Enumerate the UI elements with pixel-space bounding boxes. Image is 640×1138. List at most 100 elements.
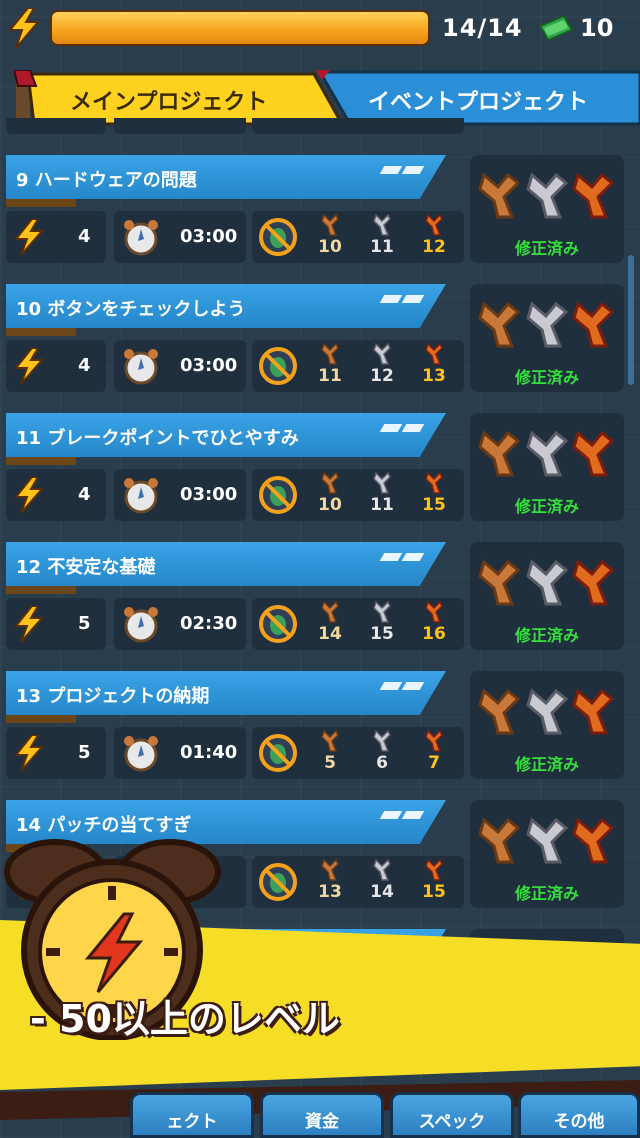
gold-tool-level: 15 [422, 882, 446, 902]
nav-funds-label: 資金 [305, 1112, 339, 1132]
time-cell: 02:30 [114, 598, 246, 650]
status-panel[interactable]: 修正済み [470, 671, 624, 779]
project-title: 9 ハードウェアの問題 [16, 170, 197, 191]
time-value: 03:00 [180, 226, 238, 247]
bronze-tool-level: 11 [318, 366, 342, 386]
project-card[interactable]: 10 ボタンをチェックしよう 4 03:00 11 12 13 修正済み [0, 284, 640, 404]
lightning-icon [13, 606, 45, 642]
tool-requirements-cell: 13 14 15 [252, 856, 464, 908]
status-panel[interactable]: 修正済み [470, 413, 624, 521]
bronze-tool-level: 10 [318, 237, 342, 257]
tool-requirements-cell: 10 11 15 [252, 469, 464, 521]
energy-bar [50, 10, 430, 46]
project-header-shadow [6, 199, 76, 207]
nav-projects-label: ェクト [166, 1112, 218, 1132]
lightning-icon [13, 735, 45, 771]
time-cell: 01:40 [114, 727, 246, 779]
no-bug-icon [259, 218, 297, 256]
silver-tool-level: 11 [370, 495, 394, 515]
time-cell: 03:00 [114, 340, 246, 392]
nav-projects-button[interactable]: ェクト [130, 1092, 254, 1138]
header-stripes [379, 417, 438, 432]
energy-cost: 4 [78, 355, 91, 376]
project-header-shadow [6, 457, 76, 465]
no-bug-icon [259, 476, 297, 514]
gold-tool-level: 16 [422, 624, 446, 644]
time-value: 02:30 [180, 613, 238, 634]
project-card[interactable]: 13 プロジェクトの納期 5 01:40 5 6 7 修正済み [0, 671, 640, 791]
gold-tool-level: 13 [422, 366, 446, 386]
energy-cost-cell: 5 [6, 727, 106, 779]
time-value: 03:00 [180, 484, 238, 505]
lightning-icon [13, 348, 45, 384]
project-card[interactable]: 12 不安定な基礎 5 02:30 14 15 16 修正済み [0, 542, 640, 662]
nav-other-label: その他 [553, 1112, 605, 1132]
alarm-clock-icon [124, 736, 158, 772]
gold-tool-level: 7 [428, 753, 440, 773]
energy-bar-fill [52, 12, 428, 44]
project-header-shadow [6, 586, 76, 594]
bronze-tool-level: 5 [324, 753, 336, 773]
status-fixed-label: 修正済み [514, 239, 579, 258]
energy-cost-cell: 4 [6, 340, 106, 392]
bronze-tool-level: 14 [318, 624, 342, 644]
status-fixed-label: 修正済み [514, 626, 579, 645]
silver-tool-level: 6 [376, 753, 388, 773]
silver-tool-level: 15 [370, 624, 394, 644]
gold-tool-level: 15 [422, 495, 446, 515]
tab-main-label: メインプロジェクト [70, 90, 268, 115]
header-stripes [379, 804, 438, 819]
lightning-icon [7, 8, 41, 48]
project-title: 12 不安定な基礎 [16, 557, 156, 578]
no-bug-icon [259, 605, 297, 643]
no-bug-icon [259, 734, 297, 772]
header-stripes [379, 288, 438, 303]
energy-cost-cell: 4 [6, 211, 106, 263]
project-card[interactable]: 11 ブレークポイントでひとやすみ 4 03:00 10 11 15 修正済み [0, 413, 640, 533]
energy-count: 14/14 [442, 14, 523, 42]
alarm-clock-icon [124, 349, 158, 385]
time-cell: 03:00 [114, 469, 246, 521]
energy-cost-cell: 4 [6, 469, 106, 521]
header-stripes [379, 546, 438, 561]
tool-requirements-cell: 10 11 12 [252, 211, 464, 263]
nav-specs-label: スペック [418, 1112, 486, 1132]
status-panel[interactable]: 修正済み [470, 542, 624, 650]
status-panel[interactable]: 修正済み [470, 284, 624, 392]
promo-text: - 50以上のレベル [30, 997, 340, 1041]
lightning-icon [13, 477, 45, 513]
nav-funds-button[interactable]: 資金 [260, 1092, 384, 1138]
status-panel[interactable]: 修正済み [470, 800, 624, 908]
gold-tool-level: 12 [422, 237, 446, 257]
cash-icon [538, 16, 574, 42]
no-bug-icon [259, 347, 297, 385]
cash-count: 10 [580, 14, 614, 42]
silver-tool-level: 11 [370, 237, 394, 257]
tab-event-label: イベントプロジェクト [368, 90, 589, 115]
tool-requirements-cell: 11 12 13 [252, 340, 464, 392]
time-cell: 03:00 [114, 211, 246, 263]
project-header-shadow [6, 328, 76, 336]
project-card[interactable]: 9 ハードウェアの問題 4 03:00 10 11 12 修正済み [0, 155, 640, 275]
nav-other-button[interactable]: その他 [518, 1092, 640, 1138]
project-title: 10 ボタンをチェックしよう [16, 299, 246, 320]
project-title: 11 ブレークポイントでひとやすみ [16, 428, 299, 449]
top-bar: 14/14 10 [0, 0, 640, 60]
nav-specs-button[interactable]: スペック [390, 1092, 514, 1138]
silver-tool-level: 12 [370, 366, 394, 386]
status-panel[interactable]: 修正済み [470, 155, 624, 263]
energy-cost-cell: 5 [6, 598, 106, 650]
time-value: 03:00 [180, 355, 238, 376]
lightning-icon [13, 219, 45, 255]
silver-tool-level: 14 [370, 882, 394, 902]
bronze-tool-level: 13 [318, 882, 342, 902]
energy-cost: 4 [78, 226, 91, 247]
header-stripes [379, 675, 438, 690]
energy-cost: 5 [78, 742, 91, 763]
header-stripes [379, 159, 438, 174]
energy-cost: 5 [78, 613, 91, 634]
project-card-clipped [6, 118, 606, 134]
tool-requirements-cell: 5 6 7 [252, 727, 464, 779]
bottom-nav: ェクト 資金 スペック その他 [0, 1088, 640, 1138]
status-fixed-label: 修正済み [514, 884, 579, 903]
